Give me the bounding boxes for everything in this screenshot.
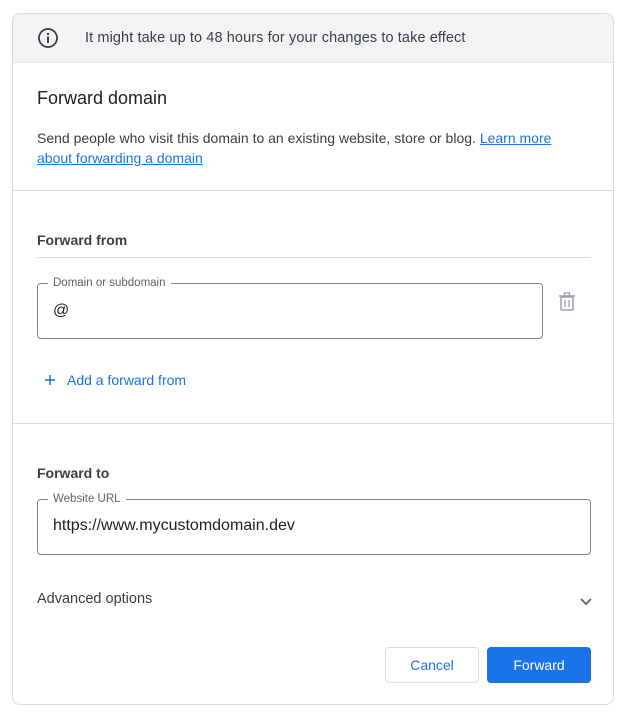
cancel-button[interactable]: Cancel bbox=[385, 647, 479, 683]
description-text: Send people who visit this domain to an … bbox=[37, 130, 476, 146]
domain-field-value[interactable]: @ bbox=[53, 302, 69, 320]
advanced-options-toggle[interactable]: Advanced options bbox=[37, 591, 152, 607]
forward-button[interactable]: Forward bbox=[487, 647, 591, 683]
chevron-down-icon[interactable] bbox=[579, 594, 593, 608]
forward-domain-card: It might take up to 48 hours for your ch… bbox=[12, 13, 614, 705]
banner-message: It might take up to 48 hours for your ch… bbox=[85, 30, 466, 46]
website-url-field[interactable]: Website URL https://www.mycustomdomain.d… bbox=[37, 492, 591, 555]
section-divider bbox=[13, 423, 613, 424]
add-forward-from-button[interactable]: Add a forward from bbox=[43, 372, 186, 388]
page-description: Send people who visit this domain to an … bbox=[37, 128, 587, 168]
forward-from-underline bbox=[37, 257, 591, 258]
section-divider bbox=[13, 190, 613, 191]
page-title: Forward domain bbox=[37, 88, 168, 108]
plus-icon bbox=[45, 375, 55, 385]
add-forward-from-label: Add a forward from bbox=[67, 372, 187, 388]
website-url-value[interactable]: https://www.mycustomdomain.dev bbox=[53, 517, 295, 535]
domain-field-label: Domain or subdomain bbox=[48, 276, 171, 290]
trash-icon[interactable] bbox=[558, 292, 576, 312]
forward-to-heading: Forward to bbox=[37, 465, 110, 481]
website-url-label: Website URL bbox=[48, 492, 126, 506]
info-banner: It might take up to 48 hours for your ch… bbox=[13, 14, 613, 63]
domain-or-subdomain-field[interactable]: Domain or subdomain @ bbox=[37, 276, 543, 339]
forward-from-heading: Forward from bbox=[37, 232, 128, 248]
info-icon bbox=[38, 28, 58, 48]
